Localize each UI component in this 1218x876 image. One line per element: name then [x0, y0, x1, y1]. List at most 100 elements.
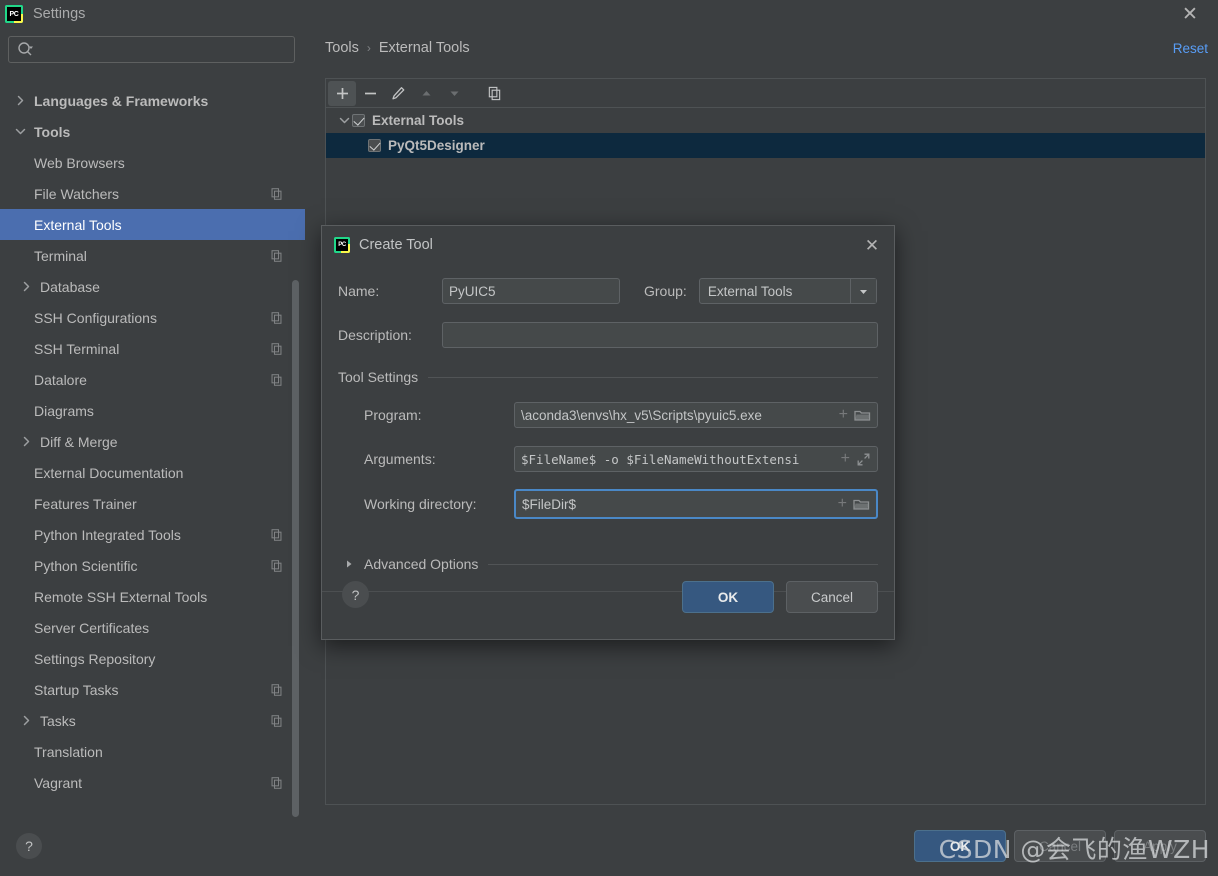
settings-sidebar: Languages & Frameworks Tools Web Browsers F…	[0, 28, 305, 817]
copy-settings-icon[interactable]	[270, 311, 283, 324]
tool-label: External Tools	[372, 113, 465, 128]
create-tool-dialog: PC Create Tool ✕ Name: PyUIC5 Group: Ext…	[321, 225, 895, 640]
arguments-input[interactable]: $FileName$ -o $FileNameWithoutExtensi +	[514, 446, 878, 472]
name-input-value: PyUIC5	[449, 283, 496, 299]
dialog-ok-button[interactable]: OK	[682, 581, 774, 613]
sidebar-item-label: Datalore	[34, 371, 87, 388]
sidebar-item-languages-frameworks[interactable]: Languages & Frameworks	[0, 85, 305, 116]
sidebar-item-label: Database	[40, 278, 100, 295]
sidebar-item-file-watchers[interactable]: File Watchers	[0, 178, 305, 209]
sidebar-item-label: Web Browsers	[34, 154, 125, 171]
sidebar-item-python-scientific[interactable]: Python Scientific	[0, 550, 305, 581]
search-input[interactable]	[34, 42, 294, 57]
chevron-right-icon[interactable]	[12, 95, 28, 106]
copy-settings-icon[interactable]	[270, 559, 283, 572]
sidebar-item-remote-ssh-external-tools[interactable]: Remote SSH External Tools	[0, 581, 305, 612]
sidebar-item-diagrams[interactable]: Diagrams	[0, 395, 305, 426]
close-icon[interactable]: ✕	[1170, 0, 1210, 28]
move-down-button[interactable]	[440, 81, 468, 106]
add-tool-button[interactable]	[328, 80, 356, 106]
copy-settings-icon[interactable]	[270, 683, 283, 696]
sidebar-item-label: Vagrant	[34, 774, 82, 791]
arguments-input-value: $FileName$ -o $FileNameWithoutExtensi	[521, 451, 800, 467]
edit-tool-button[interactable]	[384, 81, 412, 106]
sidebar-item-tasks[interactable]: Tasks	[0, 705, 305, 736]
sidebar-item-settings-repository[interactable]: Settings Repository	[0, 643, 305, 674]
copy-tool-button[interactable]	[480, 81, 508, 106]
browse-folder-icon[interactable]	[853, 497, 870, 512]
name-label: Name:	[338, 283, 380, 299]
settings-tree: Languages & Frameworks Tools Web Browsers F…	[0, 72, 305, 817]
search-box[interactable]	[8, 36, 295, 63]
browse-folder-icon[interactable]	[854, 408, 871, 423]
working-directory-row: Working directory: $FileDir$ +	[338, 489, 878, 519]
sidebar-item-diff-merge[interactable]: Diff & Merge	[0, 426, 305, 457]
chevron-right-icon[interactable]	[18, 436, 34, 447]
sidebar-item-label: Terminal	[34, 247, 87, 264]
copy-settings-icon[interactable]	[270, 249, 283, 262]
group-select[interactable]: External Tools	[698, 278, 877, 304]
settings-apply-button[interactable]: Apply	[1114, 830, 1206, 862]
sidebar-item-datalore[interactable]: Datalore	[0, 364, 305, 395]
sidebar-item-label: SSH Configurations	[34, 309, 157, 326]
sidebar-item-external-tools[interactable]: External Tools	[0, 209, 305, 240]
sidebar-item-external-documentation[interactable]: External Documentation	[0, 457, 305, 488]
chevron-down-icon[interactable]	[12, 126, 28, 137]
section-divider	[488, 563, 878, 565]
sidebar-item-vagrant[interactable]: Vagrant	[0, 767, 305, 798]
breadcrumb-parent[interactable]: Tools	[325, 40, 359, 56]
sidebar-item-tools[interactable]: Tools	[0, 116, 305, 147]
sidebar-item-features-trainer[interactable]: Features Trainer	[0, 488, 305, 519]
working-directory-input[interactable]: $FileDir$ +	[514, 489, 878, 519]
expand-editor-icon[interactable]	[856, 452, 871, 467]
dialog-help-button[interactable]: ?	[342, 581, 369, 608]
sidebar-item-web-browsers[interactable]: Web Browsers	[0, 147, 305, 178]
copy-settings-icon[interactable]	[270, 776, 283, 789]
remove-tool-button[interactable]	[356, 81, 384, 106]
settings-cancel-button[interactable]: Cancel	[1014, 830, 1106, 862]
program-input[interactable]: \aconda3\envs\hx_v5\Scripts\pyuic5.exe +	[514, 402, 878, 428]
sidebar-item-server-certificates[interactable]: Server Certificates	[0, 612, 305, 643]
insert-macro-icon[interactable]: +	[838, 496, 847, 512]
reset-link[interactable]: Reset	[1173, 41, 1208, 56]
insert-macro-icon[interactable]: +	[839, 407, 848, 423]
settings-help-button[interactable]: ?	[16, 833, 42, 859]
copy-settings-icon[interactable]	[270, 714, 283, 727]
sidebar-item-label: Translation	[34, 743, 103, 760]
insert-macro-icon[interactable]: +	[841, 451, 850, 467]
chevron-right-icon[interactable]	[18, 281, 34, 292]
name-input[interactable]: PyUIC5	[442, 278, 620, 304]
tool-tree-row[interactable]: External Tools	[326, 108, 1205, 133]
sidebar-scrollbar-thumb[interactable]	[292, 280, 299, 817]
chevron-right-icon[interactable]	[344, 559, 354, 569]
sidebar-item-database[interactable]: Database	[0, 271, 305, 302]
sidebar-item-label: File Watchers	[34, 185, 120, 202]
copy-settings-icon[interactable]	[270, 373, 283, 386]
chevron-right-icon[interactable]	[18, 715, 34, 726]
tool-tree-row[interactable]: PyQt5Designer	[326, 133, 1205, 158]
sidebar-item-ssh-configurations[interactable]: SSH Configurations	[0, 302, 305, 333]
advanced-options-section[interactable]: Advanced Options	[344, 556, 878, 572]
settings-ok-button[interactable]: OK	[914, 830, 1006, 862]
sidebar-item-startup-tasks[interactable]: Startup Tasks	[0, 674, 305, 705]
sidebar-scrollbar[interactable]	[292, 280, 299, 817]
tool-checkbox[interactable]	[352, 114, 365, 127]
sidebar-item-python-integrated-tools[interactable]: Python Integrated Tools	[0, 519, 305, 550]
dialog-cancel-button[interactable]: Cancel	[786, 581, 878, 613]
move-up-button[interactable]	[412, 81, 440, 106]
description-input[interactable]	[442, 322, 878, 348]
sidebar-item-ssh-terminal[interactable]: SSH Terminal	[0, 333, 305, 364]
chevron-down-icon[interactable]	[849, 279, 876, 303]
copy-settings-icon[interactable]	[270, 187, 283, 200]
settings-action-buttons: OK Cancel Apply	[914, 830, 1206, 862]
copy-settings-icon[interactable]	[270, 342, 283, 355]
tool-checkbox[interactable]	[368, 139, 381, 152]
search-container	[0, 28, 305, 63]
copy-settings-icon[interactable]	[270, 528, 283, 541]
sidebar-item-translation[interactable]: Translation	[0, 736, 305, 767]
sidebar-item-terminal[interactable]: Terminal	[0, 240, 305, 271]
sidebar-item-label: Python Scientific	[34, 557, 138, 574]
chevron-down-icon[interactable]	[336, 115, 352, 126]
close-icon[interactable]: ✕	[860, 234, 884, 258]
